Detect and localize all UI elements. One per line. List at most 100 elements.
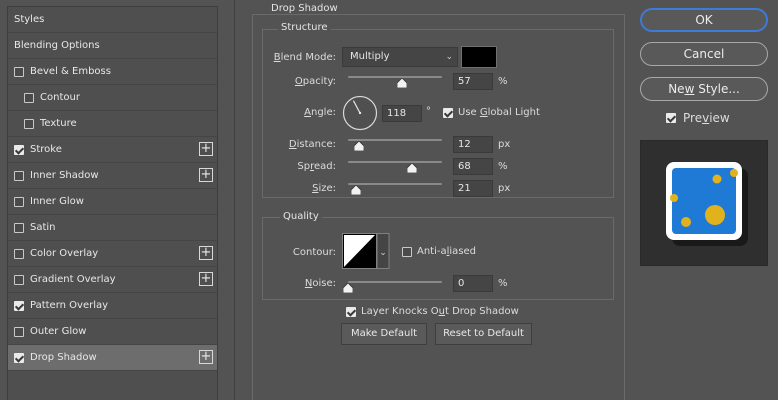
- noise-slider-thumb[interactable]: [343, 283, 353, 293]
- size-label: Size:: [312, 183, 336, 194]
- style-checkbox[interactable]: [14, 300, 24, 311]
- opacity-slider-track[interactable]: [348, 76, 442, 78]
- size-slider-thumb[interactable]: [350, 185, 361, 195]
- opacity-unit: %: [498, 76, 508, 87]
- blend-mode-label: Blend Mode:: [273, 52, 336, 63]
- style-checkbox[interactable]: [14, 352, 24, 363]
- style-item-label: Pattern Overlay: [30, 300, 109, 311]
- noise-label: Noise:: [304, 278, 336, 289]
- add-effect-icon[interactable]: +: [199, 350, 213, 364]
- style-preview: [640, 140, 768, 266]
- blend-mode-select[interactable]: Multiply ⌄: [342, 47, 458, 67]
- preview-label: Preview: [683, 111, 730, 125]
- style-item-label: Bevel & Emboss: [30, 66, 111, 77]
- chevron-down-icon: ⌄: [445, 52, 453, 62]
- style-item-label: Contour: [40, 92, 80, 103]
- angle-input[interactable]: 118: [382, 105, 422, 122]
- use-global-light-checkbox[interactable]: [443, 108, 453, 118]
- contour-picker[interactable]: ⌄: [342, 233, 390, 270]
- structure-legend: Structure: [278, 22, 331, 33]
- add-effect-icon[interactable]: +: [199, 142, 213, 156]
- add-effect-icon[interactable]: +: [199, 272, 213, 286]
- opacity-input[interactable]: 57: [453, 73, 493, 90]
- style-item-label: Blending Options: [14, 40, 100, 51]
- add-effect-icon[interactable]: +: [199, 246, 213, 260]
- style-item-drop-shadow[interactable]: Drop Shadow +: [8, 345, 217, 371]
- size-unit: px: [498, 183, 511, 194]
- style-item-color-overlay[interactable]: Color Overlay +: [8, 241, 217, 267]
- style-item-label: Gradient Overlay: [30, 274, 116, 285]
- style-checkbox[interactable]: [14, 196, 24, 207]
- angle-dial[interactable]: [342, 95, 378, 131]
- style-item-contour[interactable]: Contour: [8, 85, 217, 111]
- style-checkbox[interactable]: [14, 222, 24, 233]
- style-item-outer-glow[interactable]: Outer Glow: [8, 319, 217, 345]
- style-checkbox[interactable]: [14, 326, 24, 337]
- style-checkbox[interactable]: [24, 92, 34, 103]
- spread-slider-thumb[interactable]: [406, 163, 417, 173]
- make-default-button[interactable]: Make Default: [341, 323, 427, 345]
- style-checkbox[interactable]: [14, 248, 24, 259]
- distance-input[interactable]: 12: [453, 136, 493, 153]
- style-item-blending-options[interactable]: Blending Options: [8, 33, 217, 59]
- preview-checkbox[interactable]: [666, 113, 676, 123]
- style-item-texture[interactable]: Texture: [8, 111, 217, 137]
- shadow-color-swatch[interactable]: [461, 46, 497, 68]
- opacity-slider-thumb[interactable]: [396, 78, 407, 88]
- layer-knocks-out-label: Layer Knocks Out Drop Shadow: [361, 306, 519, 317]
- style-item-label: Color Overlay: [30, 248, 99, 259]
- style-checkbox[interactable]: [14, 170, 24, 181]
- spread-unit: %: [498, 161, 508, 172]
- layer-knocks-out-checkbox[interactable]: [346, 307, 356, 317]
- style-item-bevel-and-emboss[interactable]: Bevel & Emboss: [8, 59, 217, 85]
- spread-input[interactable]: 68: [453, 158, 493, 175]
- style-item-label: Satin: [30, 222, 56, 233]
- anti-aliased-checkbox[interactable]: [402, 247, 412, 257]
- ok-button[interactable]: OK: [640, 8, 768, 32]
- reset-to-default-button[interactable]: Reset to Default: [435, 323, 532, 345]
- spread-label: Spread:: [297, 161, 336, 172]
- use-global-light-label: Use Global Light: [458, 107, 540, 118]
- divider: [234, 0, 235, 400]
- style-item-inner-shadow[interactable]: Inner Shadow +: [8, 163, 217, 189]
- style-item-label: Inner Glow: [30, 196, 84, 207]
- size-slider-track[interactable]: [348, 183, 442, 185]
- noise-slider-track[interactable]: [348, 281, 442, 283]
- cancel-button[interactable]: Cancel: [640, 42, 768, 66]
- style-checkbox[interactable]: [24, 118, 34, 129]
- style-item-pattern-overlay[interactable]: Pattern Overlay: [8, 293, 217, 319]
- style-item-label: Inner Shadow: [30, 170, 99, 181]
- noise-unit: %: [498, 278, 508, 289]
- angle-unit: °: [426, 106, 431, 117]
- style-checkbox[interactable]: [14, 274, 24, 285]
- style-item-gradient-overlay[interactable]: Gradient Overlay +: [8, 267, 217, 293]
- style-item-label: Styles: [14, 14, 45, 25]
- style-item-styles[interactable]: Styles: [8, 7, 217, 33]
- add-effect-icon[interactable]: +: [199, 168, 213, 182]
- opacity-label: Opacity:: [294, 76, 336, 87]
- style-item-inner-glow[interactable]: Inner Glow: [8, 189, 217, 215]
- size-input[interactable]: 21: [453, 180, 493, 197]
- style-checkbox[interactable]: [14, 66, 24, 77]
- style-item-label: Texture: [40, 118, 77, 129]
- anti-aliased-label: Anti-aliased: [417, 246, 477, 257]
- panel-title: Drop Shadow: [268, 3, 341, 14]
- style-item-stroke[interactable]: Stroke +: [8, 137, 217, 163]
- spread-slider-track[interactable]: [348, 161, 442, 163]
- svg-text:⌄: ⌄: [379, 248, 387, 258]
- contour-label: Contour:: [292, 247, 336, 258]
- style-item-label: Stroke: [30, 144, 62, 155]
- angle-label: Angle:: [304, 107, 336, 118]
- noise-input[interactable]: 0: [453, 275, 493, 292]
- new-style-button[interactable]: New Style...: [640, 77, 768, 101]
- preview-thumbnail: [666, 162, 748, 246]
- style-item-label: Drop Shadow: [30, 352, 97, 363]
- distance-unit: px: [498, 139, 511, 150]
- blend-mode-value: Multiply: [350, 51, 390, 62]
- distance-slider-thumb[interactable]: [354, 141, 365, 151]
- style-item-label: Outer Glow: [30, 326, 87, 337]
- quality-legend: Quality: [280, 211, 322, 222]
- style-checkbox[interactable]: [14, 144, 24, 155]
- style-item-satin[interactable]: Satin: [8, 215, 217, 241]
- distance-label: Distance:: [288, 139, 336, 150]
